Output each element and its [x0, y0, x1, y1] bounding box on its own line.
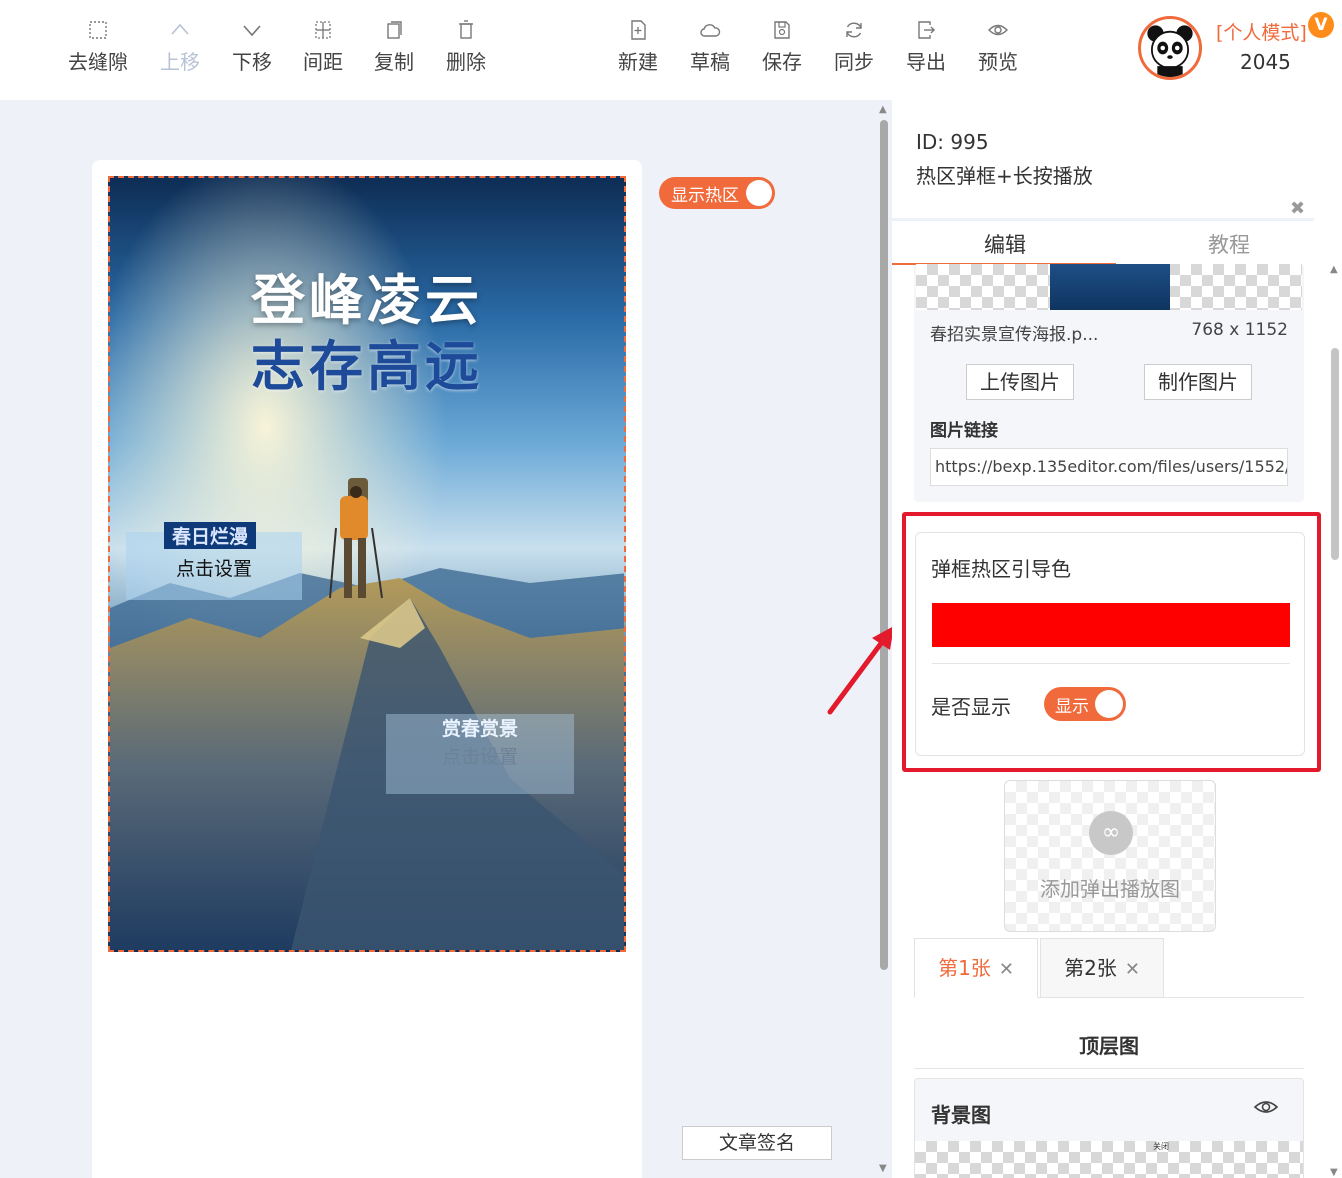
- top-toolbar: 去缝隙 上移 下移 间距 复制 删除 新建 草稿 保存 同步 导出 预览 [个人…: [0, 0, 1342, 100]
- image-thumbnail[interactable]: [1050, 264, 1170, 310]
- remove-gap-button[interactable]: 去缝隙: [63, 14, 133, 75]
- close-icon[interactable]: ✕: [1125, 959, 1140, 980]
- scrollbar-thumb[interactable]: [1331, 348, 1339, 560]
- vip-badge: V: [1308, 12, 1334, 38]
- scroll-up-icon[interactable]: ▲: [1330, 264, 1338, 275]
- background-close-text: 关闭: [1153, 1142, 1169, 1151]
- tab-tutorial[interactable]: 教程: [1208, 229, 1250, 259]
- eye-icon: [963, 14, 1033, 46]
- article-signature-button[interactable]: 文章签名: [682, 1126, 832, 1160]
- background-preview: [915, 1141, 1303, 1178]
- move-down-button[interactable]: 下移: [217, 14, 287, 75]
- close-icon[interactable]: ✕: [999, 959, 1014, 980]
- score-value: 2045: [1240, 50, 1291, 74]
- save-button[interactable]: 保存: [747, 14, 817, 75]
- toggle-label: 显示热区: [671, 186, 739, 206]
- chevron-down-icon: [217, 14, 287, 46]
- image-link-input[interactable]: https://bexp.135editor.com/files/users/1…: [930, 448, 1288, 486]
- hotzone-label: 点击设置: [441, 746, 518, 768]
- sync-icon: [819, 14, 889, 46]
- image-settings-card: 春招实景宣传海报.p... 768 x 1152 上传图片 制作图片 图片链接 …: [914, 264, 1304, 502]
- panel-scrollbar[interactable]: ▲ ▼: [1330, 262, 1340, 1178]
- scroll-down-icon[interactable]: ▼: [879, 1163, 887, 1174]
- annotation-arrow-icon: [827, 626, 894, 715]
- avatar[interactable]: [1138, 16, 1202, 80]
- background-label: 背景图: [931, 1103, 991, 1127]
- move-up-button[interactable]: 上移: [145, 14, 215, 75]
- top-layer-heading: 顶层图: [1079, 1034, 1139, 1058]
- image-filename: 春招实景宣传海报.p...: [930, 325, 1099, 345]
- mode-label[interactable]: [个人模式]: [1216, 18, 1307, 45]
- copy-icon: [359, 14, 429, 46]
- hotzone-label: 点击设置: [175, 558, 252, 580]
- image-size: 768 x 1152: [1191, 320, 1288, 340]
- new-file-icon: [603, 14, 673, 46]
- panel-tabs: 编辑 教程: [892, 218, 1314, 265]
- add-popup-label: 添加弹出播放图: [1040, 877, 1180, 901]
- preview-button[interactable]: 预览: [963, 14, 1033, 75]
- new-button[interactable]: 新建: [603, 14, 673, 75]
- cloud-icon: [675, 14, 745, 46]
- spacing-icon: [288, 14, 358, 46]
- toggle-knob: [746, 180, 772, 206]
- hotzone-2[interactable]: 赏春赏景 点击设置: [386, 714, 574, 794]
- upload-image-button[interactable]: 上传图片: [966, 364, 1074, 400]
- save-icon: [747, 14, 817, 46]
- spacing-button[interactable]: 间距: [288, 14, 358, 75]
- panda-avatar-icon: [1147, 25, 1193, 77]
- trash-icon: [431, 14, 501, 46]
- eye-icon[interactable]: [1253, 1097, 1279, 1117]
- tools-icon[interactable]: ✖: [1290, 198, 1305, 219]
- scrollbar-thumb[interactable]: [880, 120, 888, 970]
- template-name: 热区弹框+长按播放: [916, 164, 1093, 188]
- image-link-label: 图片链接: [930, 421, 998, 441]
- divider: [914, 1068, 1304, 1069]
- scroll-down-icon[interactable]: ▼: [1330, 1167, 1338, 1178]
- sync-button[interactable]: 同步: [819, 14, 889, 75]
- template-id: ID: 995: [916, 130, 989, 154]
- show-hotzone-toggle[interactable]: 显示热区: [659, 177, 775, 209]
- add-popup-image-button[interactable]: ∞ 添加弹出播放图: [1004, 780, 1216, 932]
- hotzone-1[interactable]: 春日烂漫 点击设置: [126, 522, 302, 600]
- draft-button[interactable]: 草稿: [675, 14, 745, 75]
- background-layer-card: 背景图 关闭: [914, 1078, 1304, 1178]
- highlight-box: [902, 512, 1321, 772]
- export-icon: [891, 14, 961, 46]
- tab-edit[interactable]: 编辑: [984, 229, 1026, 259]
- hotzone-tag: 春日烂漫: [164, 522, 257, 549]
- grid-square-icon: [63, 14, 133, 46]
- add-link-icon: ∞: [1089, 811, 1133, 855]
- make-image-button[interactable]: 制作图片: [1144, 364, 1252, 400]
- chevron-up-icon: [145, 14, 215, 46]
- copy-button[interactable]: 复制: [359, 14, 429, 75]
- slide-tabs: 第1张 ✕ 第2张 ✕: [914, 938, 1304, 998]
- delete-button[interactable]: 删除: [431, 14, 501, 75]
- scroll-up-icon[interactable]: ▲: [879, 104, 887, 115]
- slide-tab-2[interactable]: 第2张 ✕: [1040, 938, 1164, 998]
- hotzone-tag: 赏春赏景: [441, 718, 518, 740]
- poster-title-line-2: 志存高远: [251, 334, 483, 398]
- export-button[interactable]: 导出: [891, 14, 961, 75]
- slide-tab-1[interactable]: 第1张 ✕: [914, 938, 1038, 998]
- poster-image[interactable]: 登峰凌云 志存高远 春日烂漫 点击设置 赏春赏景 点击设置: [108, 176, 626, 952]
